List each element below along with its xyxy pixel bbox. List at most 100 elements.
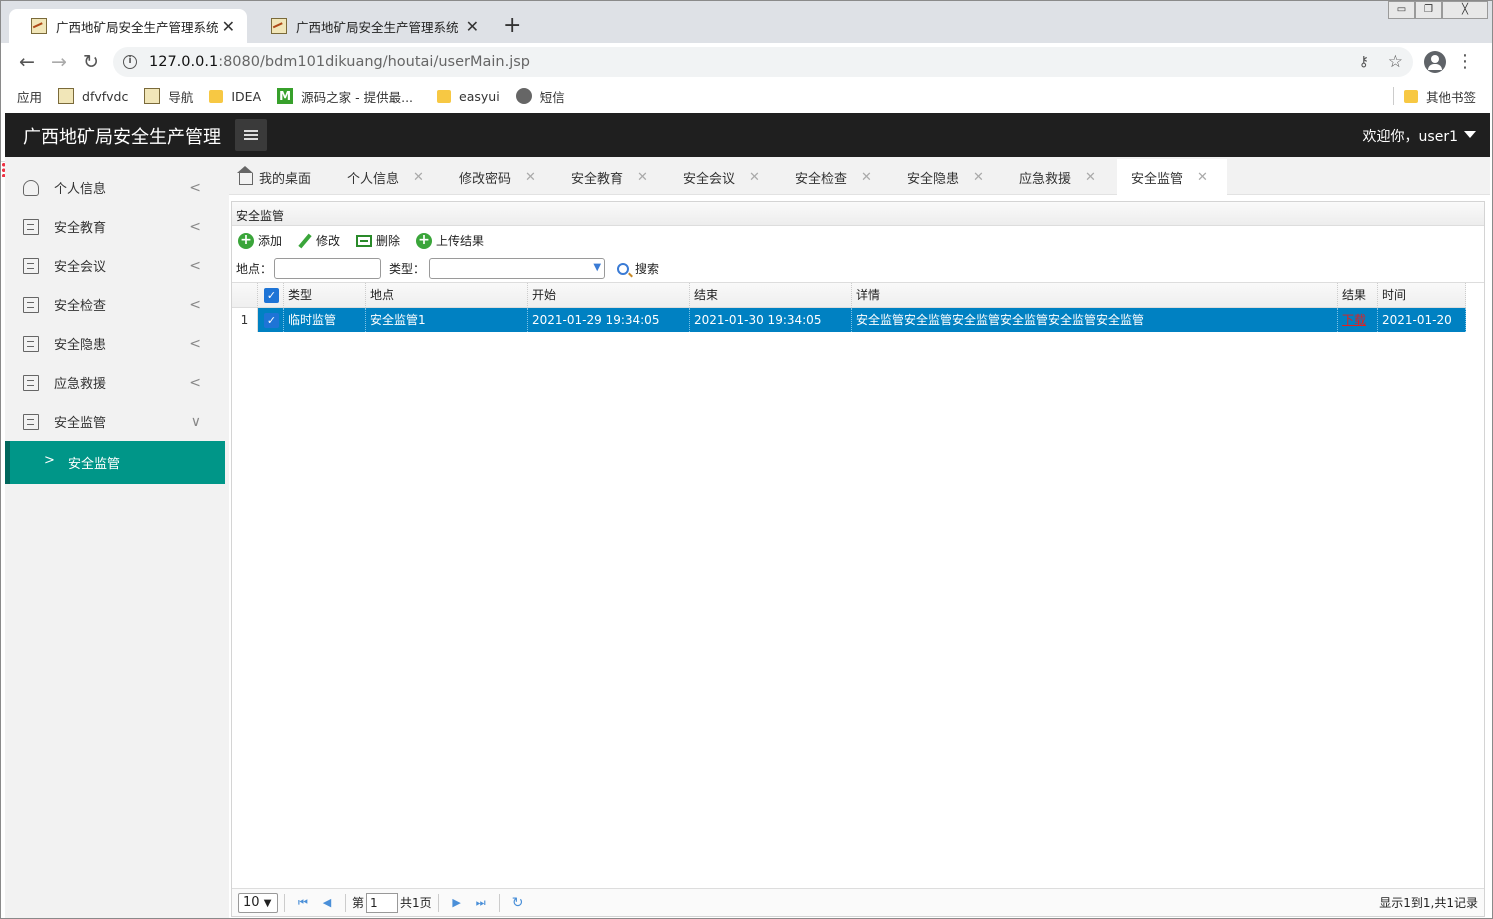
tab-emergency-rescue[interactable]: 应急救援 ✕: [1019, 159, 1119, 195]
page-number-input[interactable]: 1: [366, 892, 399, 913]
minus-icon: [356, 234, 373, 247]
close-icon[interactable]: ✕: [413, 170, 424, 185]
close-icon[interactable]: ✕: [749, 170, 760, 185]
sidebar-subitem-label: 安全监管: [68, 457, 121, 472]
close-icon[interactable]: ✕: [973, 170, 984, 185]
close-window-button[interactable]: ╳: [1442, 1, 1488, 19]
browser-tab-1[interactable]: 广西地矿局安全生产管理系统 ✕: [9, 9, 247, 43]
image-icon: [144, 88, 161, 104]
maximize-button[interactable]: ❐: [1415, 1, 1442, 19]
close-icon[interactable]: ✕: [1085, 170, 1096, 185]
checkbox-check-icon: ✓: [264, 313, 279, 328]
key-icon[interactable]: ⚷: [1359, 54, 1369, 70]
sidebar-item-safety-meeting[interactable]: 安全会议 <: [5, 246, 229, 285]
m-logo-icon: M: [277, 88, 294, 104]
table-row[interactable]: 1 ✓ 临时监管 安全监管1 2021-01-29 19:34:05 2021-…: [232, 308, 1466, 332]
sidebar-item-personal-info[interactable]: 个人信息 <: [5, 168, 229, 207]
column-header-type[interactable]: 类型: [284, 283, 366, 308]
pager-separator: [498, 893, 500, 912]
browser-tab-title: 广西地矿局安全生产管理系统: [296, 19, 459, 35]
document-icon: [23, 374, 39, 391]
sidebar-toggle-button[interactable]: [235, 119, 267, 151]
sidebar-item-safety-education[interactable]: 安全教育 <: [5, 207, 229, 246]
column-header-location[interactable]: 地点: [366, 283, 528, 308]
location-label: 地点：: [236, 262, 273, 276]
tab-personal-info[interactable]: 个人信息 ✕: [347, 159, 447, 195]
app-header: 广西地矿局安全生产管理 欢迎你，user1: [5, 113, 1490, 157]
minimize-button[interactable]: ▭: [1388, 1, 1415, 19]
sidebar-item-label: 安全监管: [54, 416, 107, 431]
tab-safety-hazard[interactable]: 安全隐患 ✕: [907, 159, 1007, 195]
refresh-icon[interactable]: ↻: [506, 895, 530, 911]
select-all-checkbox[interactable]: ✓: [258, 283, 284, 308]
menu-kebab-icon[interactable]: ⋮: [1456, 51, 1474, 72]
column-header-end[interactable]: 结束: [690, 283, 852, 308]
delete-button[interactable]: 删除: [356, 232, 400, 249]
reload-icon[interactable]: ↻: [75, 51, 107, 73]
first-page-icon[interactable]: ⏮: [291, 896, 315, 910]
tab-safety-inspection[interactable]: 安全检查 ✕: [795, 159, 895, 195]
close-icon[interactable]: ✕: [1197, 170, 1208, 185]
new-tab-button[interactable]: +: [503, 13, 521, 38]
sidebar-item-safety-inspection[interactable]: 安全检查 <: [5, 285, 229, 324]
cell-time: 2021-01-20: [1378, 308, 1466, 332]
site-favicon-icon: [31, 18, 47, 34]
sidebar-item-safety-hazard[interactable]: 安全隐患 <: [5, 324, 229, 363]
site-info-icon[interactable]: i: [123, 55, 137, 69]
search-bar: 地点： 类型： ▼ 搜索: [236, 258, 675, 279]
page-total: 共1页: [400, 896, 432, 910]
user-menu-caret-icon[interactable]: [1464, 131, 1476, 138]
close-icon[interactable]: ✕: [637, 170, 648, 185]
search-button[interactable]: 搜索: [617, 260, 659, 277]
profile-avatar-icon[interactable]: [1424, 51, 1446, 73]
sidebar: 个人信息 < 安全教育 < 安全会议 < 安全检查 < 安全隐患 < 应急救援 < 安全监管…: [5, 157, 229, 918]
pagination-bar: 10 ▼ ⏮ ◀ 第 1 共1页 ▶ ⏭ ↻ 显示1到1,共1记录: [232, 888, 1484, 916]
tab-change-password[interactable]: 修改密码 ✕: [459, 159, 559, 195]
last-page-icon[interactable]: ⏭: [469, 896, 493, 910]
edit-button[interactable]: 修改: [298, 232, 340, 249]
sidebar-item-label: 个人信息: [54, 182, 107, 197]
back-arrow-icon[interactable]: ←: [11, 51, 43, 73]
bookmark-apps[interactable]: 应用: [1, 87, 42, 177]
bookmark-dfvfvdc[interactable]: dfvfvdc: [58, 88, 128, 104]
tab-label: 安全教育: [571, 171, 624, 187]
close-icon[interactable]: ✕: [525, 170, 536, 185]
row-checkbox[interactable]: ✓: [258, 308, 284, 332]
column-header-start[interactable]: 开始: [528, 283, 690, 308]
forward-arrow-icon[interactable]: →: [43, 51, 75, 73]
bookmark-sms[interactable]: 短信: [515, 87, 565, 106]
next-page-icon[interactable]: ▶: [445, 896, 469, 909]
close-tab-icon[interactable]: ✕: [222, 17, 235, 36]
close-tab-icon[interactable]: ✕: [466, 17, 479, 36]
tab-safety-supervision[interactable]: 安全监管 ✕: [1117, 159, 1227, 195]
column-header-result[interactable]: 结果: [1338, 283, 1378, 308]
tab-safety-education[interactable]: 安全教育 ✕: [571, 159, 671, 195]
bookmark-easyui[interactable]: easyui: [437, 89, 500, 104]
other-bookmarks[interactable]: 其他书签: [1403, 87, 1476, 106]
add-button[interactable]: + 添加: [238, 232, 282, 249]
tab-safety-meeting[interactable]: 安全会议 ✕: [683, 159, 783, 195]
bookmark-nav[interactable]: 导航: [144, 87, 193, 106]
chevron-left-icon: <: [189, 296, 201, 313]
bookmark-star-icon[interactable]: ☆: [1388, 52, 1403, 72]
user-welcome[interactable]: 欢迎你，user1: [1363, 126, 1458, 146]
bookmark-yuanma[interactable]: M 源码之家 - 提供最...: [277, 87, 413, 106]
page-tab-bar: 我的桌面 个人信息 ✕ 修改密码 ✕ 安全教育 ✕ 安全会议 ✕ 安全检查 ✕ 安全隐患 ✕…: [229, 157, 1490, 195]
download-link[interactable]: 下载: [1342, 313, 1366, 327]
location-input[interactable]: [274, 258, 382, 279]
sidebar-item-emergency-rescue[interactable]: 应急救援 <: [5, 363, 229, 402]
sidebar-subitem-safety-supervision[interactable]: > 安全监管: [5, 441, 225, 484]
sidebar-item-safety-supervision[interactable]: 安全监管 ∨: [5, 402, 229, 441]
column-header-time[interactable]: 时间: [1378, 283, 1466, 308]
tab-desktop[interactable]: 我的桌面: [237, 159, 337, 195]
type-select[interactable]: ▼: [429, 258, 606, 279]
upload-result-button[interactable]: + 上传结果: [416, 232, 484, 249]
type-select-box[interactable]: [429, 258, 606, 279]
page-size-select[interactable]: 10 ▼: [238, 892, 278, 913]
address-bar[interactable]: i 127.0.0.1:8080/bdm101dikuang/houtai/us…: [113, 47, 1413, 77]
browser-tab-2[interactable]: 广西地矿局安全生产管理系统 ✕: [249, 9, 491, 43]
bookmark-idea[interactable]: IDEA: [209, 89, 261, 104]
prev-page-icon[interactable]: ◀: [315, 896, 339, 909]
close-icon[interactable]: ✕: [861, 170, 872, 185]
column-header-detail[interactable]: 详情: [852, 283, 1338, 308]
